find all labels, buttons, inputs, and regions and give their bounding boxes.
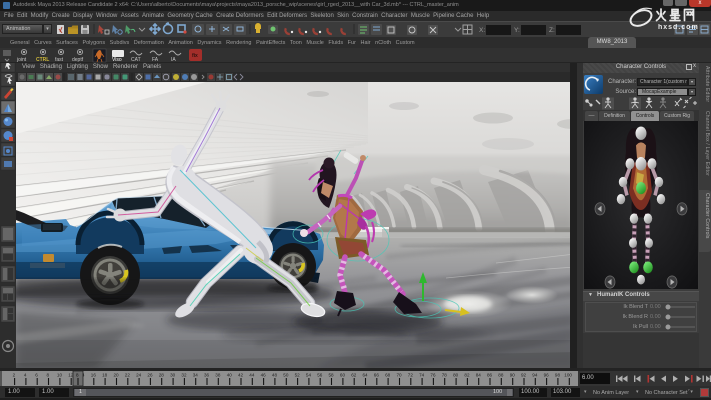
svg-text:84: 84 [476,373,482,378]
svg-text:24: 24 [136,373,142,378]
svg-text:Z:: Z: [549,27,555,34]
svg-text:50: 50 [283,373,289,378]
svg-text:22: 22 [125,373,131,378]
svg-text:16: 16 [91,373,97,378]
svg-text:30: 30 [170,373,176,378]
svg-text:52: 52 [295,373,301,378]
svg-text:76: 76 [430,373,436,378]
svg-text:26: 26 [147,373,153,378]
svg-text:20: 20 [114,373,120,378]
svg-text:66: 66 [374,373,380,378]
svg-text:8: 8 [76,373,79,378]
svg-text:4: 4 [24,373,27,378]
svg-text:62: 62 [351,373,357,378]
svg-text:48: 48 [272,373,278,378]
svg-text:10: 10 [57,373,63,378]
svg-text:hxsd.com: hxsd.com [658,24,699,31]
svg-text:96: 96 [544,373,550,378]
svg-text:56: 56 [317,373,323,378]
svg-text:92: 92 [521,373,527,378]
svg-text:74: 74 [419,373,425,378]
svg-text:98: 98 [555,373,561,378]
svg-text:64: 64 [363,373,369,378]
svg-text:38: 38 [215,373,221,378]
svg-text:72: 72 [408,373,414,378]
svg-text:88: 88 [498,373,504,378]
svg-text:36: 36 [204,373,210,378]
svg-text:94: 94 [532,373,538,378]
svg-text:34: 34 [193,373,199,378]
svg-text:58: 58 [329,373,335,378]
svg-text:100: 100 [564,373,572,378]
svg-text:44: 44 [249,373,255,378]
svg-text:32: 32 [181,373,187,378]
svg-text:28: 28 [159,373,165,378]
svg-text:18: 18 [102,373,108,378]
svg-text:42: 42 [238,373,244,378]
svg-text:78: 78 [442,373,448,378]
svg-text:X:: X: [479,27,485,34]
svg-text:54: 54 [306,373,312,378]
svg-text:70: 70 [397,373,403,378]
svg-text:8: 8 [47,373,50,378]
svg-text:2: 2 [13,373,16,378]
svg-text:fix: fix [192,53,198,59]
svg-text:80: 80 [453,373,459,378]
svg-text:6: 6 [35,373,38,378]
svg-text:82: 82 [464,373,470,378]
svg-text:86: 86 [487,373,493,378]
svg-text:68: 68 [385,373,391,378]
svg-text:90: 90 [510,373,516,378]
svg-text:Y:: Y: [514,27,520,34]
svg-text:40: 40 [227,373,233,378]
svg-text:60: 60 [340,373,346,378]
svg-text:46: 46 [261,373,267,378]
